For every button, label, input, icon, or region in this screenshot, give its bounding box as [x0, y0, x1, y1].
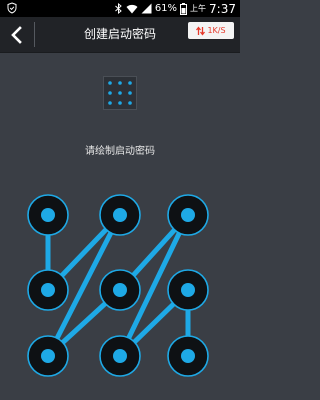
- pattern-node-dot: [41, 208, 55, 222]
- pattern-node-3[interactable]: [167, 194, 209, 236]
- pattern-node-8[interactable]: [99, 335, 141, 377]
- pattern-node-dot: [181, 283, 195, 297]
- pattern-node-5[interactable]: [99, 269, 141, 311]
- pattern-node-dot: [181, 349, 195, 363]
- pattern-node-1[interactable]: [27, 194, 69, 236]
- pattern-node-dot: [113, 208, 127, 222]
- pattern-node-4[interactable]: [27, 269, 69, 311]
- pattern-node-dot: [113, 349, 127, 363]
- pattern-node-dot: [113, 283, 127, 297]
- pattern-node-9[interactable]: [167, 335, 209, 377]
- pattern-lock-grid[interactable]: [0, 0, 240, 400]
- pattern-node-2[interactable]: [99, 194, 141, 236]
- pattern-node-6[interactable]: [167, 269, 209, 311]
- pattern-node-dot: [41, 349, 55, 363]
- pattern-node-dot: [181, 208, 195, 222]
- pattern-node-7[interactable]: [27, 335, 69, 377]
- pattern-node-dot: [41, 283, 55, 297]
